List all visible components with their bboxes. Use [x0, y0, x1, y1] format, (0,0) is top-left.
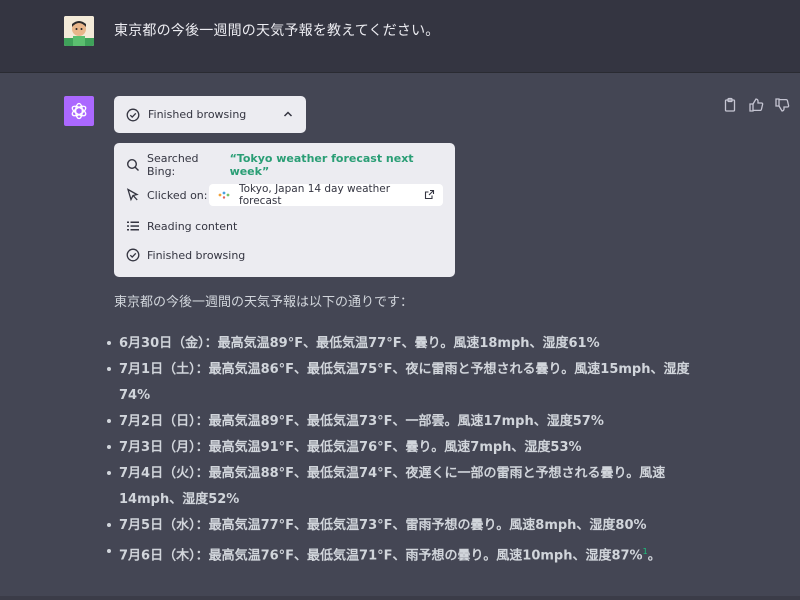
forecast-item: 7月1日（土）：最高気温86°F、最低気温75°F、夜に雷雨と予想される曇り。風… — [104, 357, 704, 409]
forecast-item: 6月30日（金）：最高気温89°F、最低気温77°F、曇り。風速18mph、湿度… — [104, 331, 704, 357]
searched-query: “Tokyo weather forecast next week” — [229, 152, 414, 178]
forecast-list: 6月30日（金）：最高気温89°F、最低気温77°F、曇り。風速18mph、湿度… — [104, 331, 704, 569]
browsing-toggle-button[interactable]: Finished browsing — [114, 96, 306, 133]
source-link-chip[interactable]: Tokyo, Japan 14 day weather forecast — [209, 183, 443, 207]
forecast-item: 7月5日（水）：最高気温77°F、最低気温73°F、雷雨予想の曇り。風速8mph… — [104, 513, 704, 539]
step-finished: Finished browsing — [126, 247, 245, 263]
clipboard-icon[interactable] — [722, 97, 738, 113]
cursor-icon — [126, 188, 140, 202]
answer-intro: 東京都の今後一週間の天気予報は以下の通りです： — [114, 295, 414, 310]
forecast-item-last: 7月6日（木）：最高気温76°F、最低気温71°F、雨予想の曇り。風速10mph… — [104, 539, 704, 569]
list-icon — [126, 219, 140, 233]
user-photo-avatar — [64, 16, 94, 46]
browsing-toggle-label: Finished browsing — [148, 108, 247, 121]
check-circle-icon — [126, 248, 140, 262]
step-clicked: Clicked on: — [126, 187, 207, 203]
external-link-icon — [424, 189, 435, 200]
thumbs-up-icon[interactable] — [748, 97, 764, 113]
forecast-item: 7月3日（月）：最高気温91°F、最低気温76°F、曇り。風速7mph、湿度53… — [104, 435, 704, 461]
user-message-row: 東京都の今後一週間の天気予報を教えてください。 — [0, 0, 800, 73]
end-punctuation: 。 — [647, 548, 661, 564]
browsing-steps-panel: Searched Bing: “Tokyo weather forecast n… — [114, 143, 455, 277]
user-avatar — [64, 16, 94, 46]
step-searched: Searched Bing: “Tokyo weather forecast n… — [126, 152, 455, 178]
forecast-item: 7月2日（日）：最高気温89°F、最低気温73°F、一部雲。風速17mph、湿度… — [104, 409, 704, 435]
weather-site-favicon — [217, 190, 231, 200]
forecast-item-text: 7月6日（木）：最高気温76°F、最低気温71°F、雨予想の曇り。風速10mph… — [119, 548, 643, 564]
thumbs-down-icon[interactable] — [774, 97, 790, 113]
source-link-text: Tokyo, Japan 14 day weather forecast — [239, 183, 391, 207]
reading-label: Reading content — [147, 219, 238, 233]
user-message-text: 東京都の今後一週間の天気予報を教えてください。 — [114, 23, 440, 39]
check-circle-icon — [126, 108, 140, 122]
openai-logo-icon — [71, 102, 87, 120]
finished-label: Finished browsing — [147, 248, 246, 262]
step-reading: Reading content — [126, 218, 237, 234]
message-actions — [722, 97, 790, 113]
bottom-divider — [0, 596, 800, 600]
searched-label: Searched Bing: — [147, 152, 199, 178]
chevron-up-icon — [282, 108, 294, 120]
clicked-label: Clicked on: — [147, 188, 208, 202]
forecast-item: 7月4日（火）：最高気温88°F、最低気温74°F、夜遅くに一部の雷雨と予想され… — [104, 461, 704, 513]
assistant-avatar — [64, 96, 94, 126]
search-icon — [126, 158, 140, 172]
